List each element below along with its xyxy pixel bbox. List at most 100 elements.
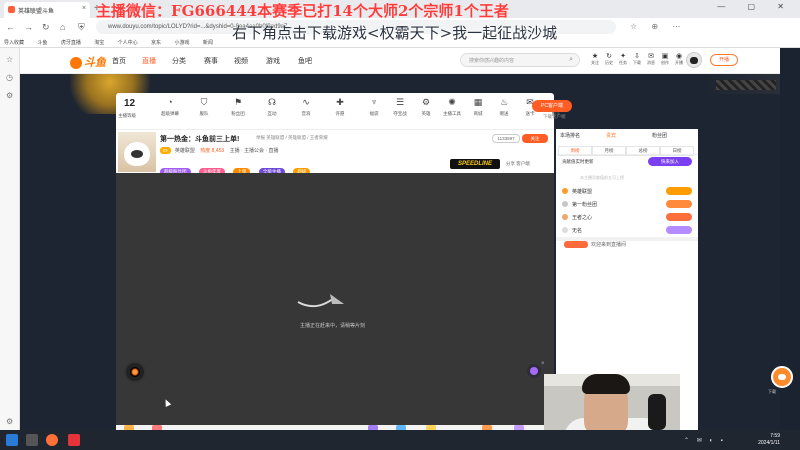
site-header: 斗鱼 首页 直播 分类 赛事 视频 游戏 鱼吧 搜索你感兴趣的内容 ⌕ ★ 关注 … — [20, 48, 780, 74]
nav-live[interactable]: 直播 — [142, 56, 156, 66]
shield-icon[interactable]: ⛨ — [78, 21, 85, 33]
list-icon: ☰ — [395, 97, 405, 107]
browser-tab[interactable]: 英雄联盟斗鱼 × — [4, 2, 90, 18]
stream-host-line: ID 英雄联盟 热度 8,453 主播 · 主播公会 · 直播 — [160, 147, 278, 154]
bookmark-item[interactable]: 新闻 — [203, 40, 213, 46]
sidebar-star-icon[interactable]: ☆ — [6, 56, 14, 64]
start-icon[interactable] — [6, 434, 18, 446]
nav-fishbar[interactable]: 鱼吧 — [298, 56, 312, 66]
create-icon[interactable]: ▣ 创作 — [658, 52, 672, 66]
subtab-week[interactable]: 周榜 — [558, 146, 592, 156]
loading-spinner-icon — [297, 294, 344, 308]
chat-bubble-icon[interactable] — [771, 366, 793, 388]
shop-icon: ▦ — [473, 97, 483, 107]
broadcast-icon[interactable]: ◉ 开播 — [672, 52, 686, 66]
tool-treasure[interactable]: ☰ 夺宝战 — [386, 97, 414, 117]
tab-fans[interactable]: 粉丝团 — [652, 132, 667, 139]
reload-icon[interactable]: ↻ — [42, 21, 50, 33]
tool-tools[interactable]: ✺ 主播工具 — [438, 97, 466, 117]
gift-icon: ♨ — [499, 97, 509, 107]
bookmark-item[interactable]: 虎牙直播 — [61, 40, 81, 46]
back-icon[interactable]: ← — [6, 21, 15, 33]
assistant-icon[interactable] — [527, 364, 541, 378]
flag-icon: ⚑ — [233, 97, 243, 107]
pc-client-button[interactable]: PC客户端 — [532, 100, 572, 112]
rank-row[interactable]: 第一粉丝团 — [562, 200, 694, 210]
search-input[interactable]: 搜索你感兴趣的内容 ⌕ — [460, 53, 580, 67]
bookmark-item[interactable]: 淘宝 — [94, 40, 104, 46]
tab-rank[interactable]: 本场排名 — [560, 132, 580, 139]
tool-wave[interactable]: ∿ 音浪 — [292, 97, 320, 117]
plus-icon: ✚ — [336, 97, 344, 107]
tool-fans[interactable]: ⚑ 粉丝团 — [224, 97, 252, 117]
tool-gift[interactable]: ♨ 赠送 — [490, 97, 518, 117]
room-toolbar: 12 主播等级 ◔ 超级弹幕 ⛉ 舰队 ⚑ 粉丝团 ☊ 互动 ∿ 音浪 ✚ 许愿 ♆ 福袋 ☰… — [116, 93, 561, 129]
browser-toolbar-icons[interactable]: ☆ ⊕ ⋯ — [630, 22, 686, 31]
tool-fleet[interactable]: ⛉ 舰队 — [190, 97, 218, 117]
browser-sidebar: ☆ ◷ ⚙ ⚙ — [0, 48, 20, 430]
streamer-avatar[interactable] — [118, 132, 156, 172]
taskbar: 7:59 2024/1/11 — [0, 430, 800, 450]
tool-super-danmu[interactable]: ◔ 超级弹幕 — [156, 97, 184, 117]
nav-video[interactable]: 视频 — [234, 56, 248, 66]
microphone-icon — [648, 394, 666, 430]
rank-row[interactable]: 英雄联盟 — [562, 187, 694, 197]
tab-vip[interactable]: 贵宾 — [606, 132, 616, 139]
tab-title: 英雄联盟斗鱼 — [18, 9, 55, 15]
app-icon[interactable] — [68, 434, 80, 446]
overlay-text-1: 主播微信：FG666444本赛季已打14个大师2个宗师1个王者 — [96, 2, 509, 20]
follow-button[interactable]: 关注 — [522, 134, 548, 143]
search-taskbar-icon[interactable] — [26, 434, 38, 446]
tool-hero[interactable]: ⚙ 英雄 — [412, 97, 440, 117]
douyu-logo-icon — [70, 57, 82, 70]
close-icon[interactable]: × — [541, 361, 545, 367]
rank-row[interactable]: 无名 — [562, 226, 694, 236]
bookmark-item[interactable]: 斗鱼 — [37, 40, 47, 46]
pc-client-sub[interactable]: 下载客户端 — [543, 114, 566, 120]
avatar[interactable] — [686, 52, 702, 68]
nav-home[interactable]: 首页 — [112, 56, 126, 66]
window-controls[interactable]: — ▢ ✕ — [717, 2, 794, 11]
history-icon[interactable]: ↻ 历史 — [602, 52, 616, 66]
firefox-icon[interactable] — [46, 434, 58, 446]
tool-wish[interactable]: ✚ 许愿 — [326, 97, 354, 117]
nav-game[interactable]: 游戏 — [266, 56, 280, 66]
bookmark-item[interactable]: 导入收藏 — [4, 40, 24, 46]
sponsor-logo[interactable]: SPEEDLINE — [450, 159, 500, 169]
rank-badge[interactable]: 1133597 — [492, 134, 520, 143]
share-link[interactable]: 分享 客户端 — [506, 161, 530, 167]
bookmark-item[interactable]: 小游戏 — [174, 40, 189, 46]
tool-bag[interactable]: ♆ 福袋 — [360, 97, 388, 117]
search-icon[interactable]: ⌕ — [569, 56, 573, 64]
join-badge[interactable]: 快来加入 — [648, 157, 692, 166]
nav-match[interactable]: 赛事 — [204, 56, 218, 66]
wave-icon: ∿ — [302, 97, 310, 107]
basketball-icon[interactable] — [124, 361, 146, 383]
nav-category[interactable]: 分类 — [172, 56, 186, 66]
stream-meta[interactable]: 举报 英雄联盟 / 英雄联盟 / 王者荣耀 — [256, 135, 328, 141]
tool-interact[interactable]: ☊ 互动 — [258, 97, 286, 117]
sidebar-history-icon[interactable]: ◷ — [6, 74, 14, 82]
home-icon[interactable]: ⌂ — [60, 21, 65, 33]
forward-icon[interactable]: → — [24, 21, 33, 33]
background-strip — [706, 74, 780, 94]
site-logo[interactable]: 斗鱼 — [70, 54, 106, 70]
tool-shop[interactable]: ▦ 商城 — [464, 97, 492, 117]
download-icon[interactable]: ⇩ 下载 — [630, 52, 644, 66]
open-live-button[interactable]: 开播 — [710, 54, 738, 66]
message-icon[interactable]: ✉ 消息 — [644, 52, 658, 66]
tab-close-icon[interactable]: × — [82, 5, 86, 12]
sidebar-settings-icon[interactable]: ⚙ — [6, 418, 14, 426]
bookmark-item[interactable]: 个人中心 — [118, 40, 138, 46]
system-tray[interactable]: ⌃ ✉ ◐ ▪ — [684, 437, 726, 444]
clock[interactable]: 7:59 2024/1/11 — [758, 433, 780, 447]
rank-row[interactable]: 王者之心 — [562, 213, 694, 223]
subtab-total[interactable]: 总榜 — [626, 146, 660, 156]
subtab-day[interactable]: 日榜 — [660, 146, 694, 156]
bookmark-item[interactable]: 京东 — [151, 40, 161, 46]
follow-icon[interactable]: ★ 关注 — [588, 52, 602, 66]
task-icon[interactable]: ✦ 任务 — [616, 52, 630, 66]
sidebar-gear-icon[interactable]: ⚙ — [6, 92, 14, 100]
contrib-label: 贡献值实时更新 — [562, 159, 594, 164]
subtab-month[interactable]: 月榜 — [592, 146, 626, 156]
